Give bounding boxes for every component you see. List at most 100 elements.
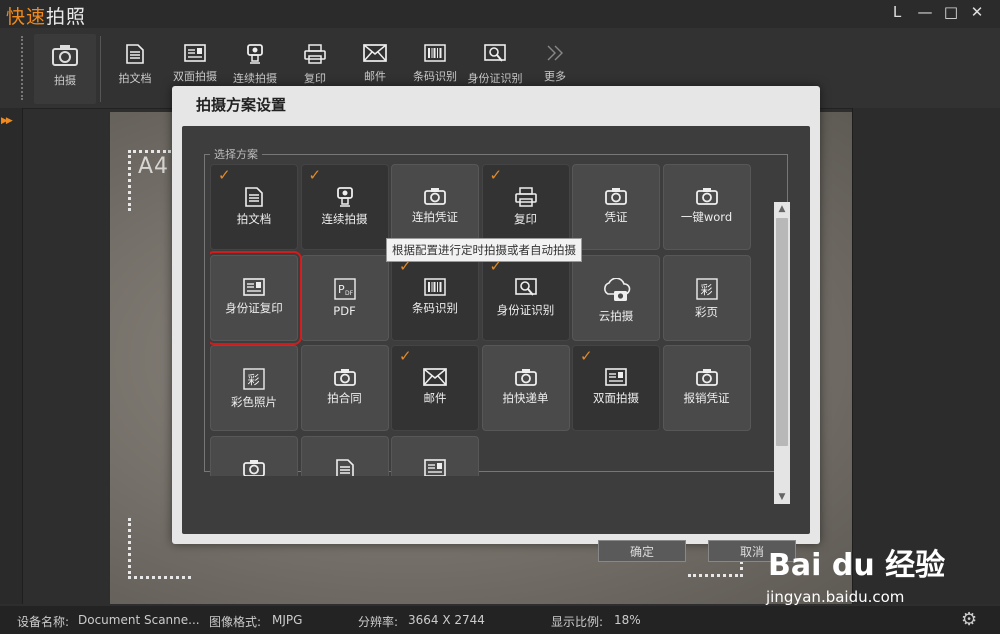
mail-icon bbox=[392, 368, 478, 386]
ok-button[interactable]: 确定 bbox=[598, 540, 686, 562]
mail-icon bbox=[344, 44, 406, 62]
svg-text:彩: 彩 bbox=[248, 373, 260, 387]
scheme-tile-label: 报销凭证 bbox=[683, 391, 730, 405]
scheme-tile[interactable]: 凭证 bbox=[572, 164, 660, 250]
id-recognize-icon bbox=[464, 44, 526, 64]
scheme-scrollbar[interactable]: ▲ ▼ bbox=[774, 202, 790, 504]
camera-icon bbox=[302, 368, 388, 386]
toolbar-item-label: 双面拍摄 bbox=[173, 70, 217, 83]
scheme-tile[interactable]: ✓ 连续拍摄 bbox=[300, 164, 389, 250]
scheme-tile[interactable]: ✓ 邮件 bbox=[391, 345, 479, 431]
svg-text:DF: DF bbox=[345, 290, 354, 297]
toolbar-item-label: 拍文档 bbox=[118, 72, 152, 85]
document-icon bbox=[104, 44, 166, 64]
toolbar-item-label: 更多 bbox=[544, 70, 566, 83]
scheme-tile-label: 连续拍摄 bbox=[321, 212, 368, 226]
scheme-tile[interactable] bbox=[391, 435, 479, 476]
checkmark-icon: ✓ bbox=[399, 347, 412, 365]
camera-icon bbox=[664, 187, 750, 205]
camera-icon bbox=[664, 368, 750, 386]
double-chevron-right-icon bbox=[524, 44, 586, 62]
scheme-tile-label: 身份证复印 bbox=[225, 300, 283, 315]
document-icon bbox=[211, 187, 297, 207]
scheme-tile[interactable] bbox=[210, 435, 298, 476]
barcode-icon bbox=[392, 277, 478, 296]
id-card-icon bbox=[573, 368, 659, 386]
checkmark-icon: ✓ bbox=[308, 166, 322, 184]
resolution-label: 分辨率: bbox=[358, 615, 399, 629]
scheme-tile-label: 条码识别 bbox=[412, 300, 458, 315]
image-format-value: MJPG bbox=[272, 613, 303, 627]
checkmark-icon: ✓ bbox=[489, 166, 503, 184]
toolbar-item-label: 复印 bbox=[304, 72, 326, 85]
copier-icon bbox=[284, 44, 346, 64]
pdf-icon: P DF bbox=[302, 277, 388, 300]
device-name-label: 设备名称: bbox=[17, 615, 70, 629]
scroll-up-icon[interactable]: ▲ bbox=[774, 202, 790, 216]
id-card-icon bbox=[164, 44, 226, 62]
scheme-tile[interactable]: 拍快递单 bbox=[481, 345, 570, 431]
maximize-button[interactable]: □ bbox=[940, 3, 962, 21]
svg-text:P: P bbox=[338, 283, 345, 296]
camera-icon bbox=[52, 45, 78, 66]
scheme-tile[interactable]: 一键word bbox=[662, 164, 751, 250]
continuous-camera-icon bbox=[302, 187, 388, 207]
scheme-tile-label: 云拍摄 bbox=[598, 308, 634, 323]
display-ratio-value: 18% bbox=[614, 613, 641, 627]
mini-mode-button[interactable]: L bbox=[886, 3, 908, 21]
close-button[interactable]: ✕ bbox=[966, 3, 988, 21]
scheme-tile[interactable]: 报销凭证 bbox=[662, 345, 751, 431]
resolution-value: 3664 X 2744 bbox=[408, 613, 485, 627]
scheme-tile-label: 双面拍摄 bbox=[593, 391, 639, 405]
scheme-tile[interactable]: 云拍摄 bbox=[572, 254, 660, 341]
app-title-part1: 快速 bbox=[6, 6, 47, 28]
scheme-tile[interactable]: ✓ 拍文档 bbox=[210, 164, 298, 250]
scheme-tile[interactable]: 彩彩页 bbox=[662, 254, 751, 341]
cloud-camera-icon bbox=[573, 277, 659, 304]
toolbar-grip[interactable] bbox=[21, 36, 26, 100]
scheme-tile[interactable]: 彩彩色照片 bbox=[210, 345, 298, 431]
scheme-tile-label: 一键word bbox=[680, 210, 733, 224]
scheme-tile-label: 复印 bbox=[514, 212, 537, 226]
paper-size-label: A4 bbox=[138, 154, 170, 179]
image-format-label: 图像格式: bbox=[209, 615, 262, 629]
id-recognize-icon bbox=[483, 277, 569, 298]
capture-label: 拍摄 bbox=[54, 74, 76, 87]
scheme-tile-label: 拍合同 bbox=[327, 391, 362, 405]
id-card-icon bbox=[211, 277, 297, 296]
barcode-icon bbox=[404, 44, 466, 62]
scheme-tile[interactable] bbox=[300, 435, 389, 476]
scroll-thumb[interactable] bbox=[776, 218, 788, 446]
checkmark-icon: ✓ bbox=[218, 166, 231, 184]
document-icon bbox=[302, 458, 388, 476]
scheme-tile-label: 邮件 bbox=[423, 391, 447, 405]
title-bar: 快速拍照 L — □ ✕ bbox=[0, 0, 1000, 28]
scheme-tile-label: 拍快递单 bbox=[502, 391, 549, 405]
left-panel: ▶▶ bbox=[0, 108, 23, 604]
tooltip: 根据配置进行定时拍摄或者自动拍摄 bbox=[386, 238, 582, 262]
minimize-button[interactable]: — bbox=[914, 3, 936, 21]
scheme-tile-label: 彩页 bbox=[695, 304, 718, 319]
toolbar-item-1[interactable]: 拍文档 bbox=[104, 34, 166, 104]
continuous-camera-icon bbox=[224, 44, 286, 64]
scheme-tile[interactable]: P DF PDF bbox=[300, 254, 389, 341]
dialog-title: 拍摄方案设置 bbox=[196, 96, 287, 114]
scheme-tile-label: 彩色照片 bbox=[231, 395, 277, 409]
scroll-down-icon[interactable]: ▼ bbox=[774, 490, 790, 504]
scheme-tile[interactable]: 拍合同 bbox=[300, 345, 389, 431]
baidu-jingyan-watermark: Bai du 经验 jingyan.baidu.com bbox=[766, 534, 988, 614]
scheme-grid: ✓ 拍文档 ✓ 连续拍摄 连拍凭证 ✓ 复印 凭证 一键word 身份证复印 P DF PDF ✓ 条码识别… bbox=[210, 164, 765, 476]
watermark-url: jingyan.baidu.com bbox=[766, 588, 905, 606]
scheme-tile[interactable]: ✓ 身份证识别 bbox=[481, 254, 570, 341]
display-ratio-label: 显示比例: bbox=[551, 615, 604, 629]
scheme-tile[interactable]: ✓ 条码识别 bbox=[391, 254, 479, 341]
toolbar-item-label: 身份证识别 bbox=[467, 72, 523, 85]
scheme-tile[interactable]: 身份证复印 bbox=[210, 250, 302, 345]
device-name-value: Document Scanne... bbox=[78, 613, 200, 627]
capture-button[interactable]: 拍摄 bbox=[34, 34, 96, 104]
camera-icon bbox=[483, 368, 569, 386]
expand-arrow-icon[interactable]: ▶▶ bbox=[1, 116, 13, 126]
scheme-tile[interactable]: ✓ 双面拍摄 bbox=[572, 345, 660, 431]
color-page-icon: 彩 bbox=[664, 277, 750, 300]
id-card-icon bbox=[392, 458, 478, 476]
